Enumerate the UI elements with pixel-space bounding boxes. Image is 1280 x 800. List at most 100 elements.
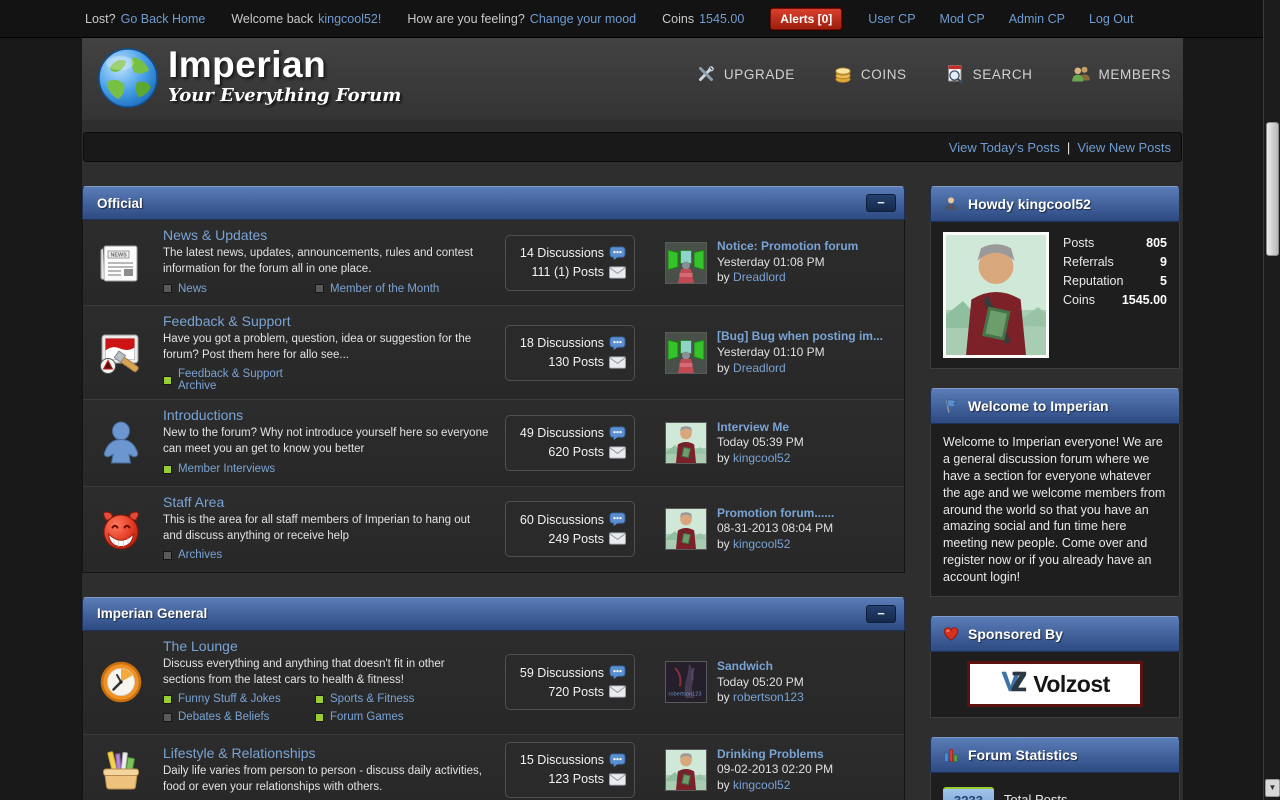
last-post-user[interactable]: kingcool52 [733,451,790,465]
last-post-avatar[interactable] [665,508,707,550]
subforum-link[interactable]: Member Interviews [178,463,275,475]
bar-chart-icon [943,747,959,763]
last-post-title[interactable]: Notice: Promotion forum [717,239,858,255]
envelope-icon [609,265,626,280]
nav-item-coins[interactable]: COINS [833,64,907,84]
last-post: [Bug] Bug when posting im...Yesterday 01… [665,329,883,376]
last-post-date: 09-02-2013 02:20 PM [717,762,833,778]
scrollbar-thumb[interactable] [1266,122,1279,256]
last-post-info: Interview MeToday 05:39 PMby kingcool52 [717,420,804,467]
forum-stats-box: 15 Discussions123 Posts [505,742,635,798]
speech-bubble-icon [609,426,626,441]
nav-item-upgrade[interactable]: UPGRADE [696,64,795,84]
subforum-link[interactable]: News [178,283,207,295]
view-todays-posts-link[interactable]: View Today's Posts [949,140,1060,155]
speech-bubble-icon [609,336,626,351]
last-post-user[interactable]: kingcool52 [733,537,790,551]
forum-title-link[interactable]: The Lounge [163,638,238,654]
last-post-avatar[interactable] [665,749,707,791]
last-post-by: by Dreadlord [717,361,883,377]
nav-item-members[interactable]: MEMBERS [1071,64,1171,84]
forum-title-link[interactable]: Staff Area [163,494,224,510]
last-post-avatar[interactable] [665,422,707,464]
go-back-home-link[interactable]: Go Back Home [121,12,206,26]
by-label: by [717,537,730,551]
last-post-user[interactable]: kingcool52 [733,778,790,792]
last-post-user[interactable]: robertson123 [733,690,804,704]
posts-text: 249 Posts [548,532,604,546]
last-post-title[interactable]: Promotion forum...... [717,506,834,522]
subforum-link[interactable]: Member of the Month [330,283,439,295]
posts-count: 123 Posts [514,770,626,789]
last-post-avatar[interactable] [665,242,707,284]
alerts-button[interactable]: Alerts [0] [770,8,842,30]
topbar-link[interactable]: Admin CP [1009,12,1065,26]
profile-stats: Posts805Referrals9Reputation5Coins1545.0… [1063,236,1167,358]
subforum-status-bullet [315,695,324,704]
forum-info: News & UpdatesThe latest news, updates, … [163,227,489,298]
last-post-title[interactable]: Drinking Problems [717,747,833,763]
search-icon [945,64,965,84]
profile-panel-header: Howdy kingcool52 [930,186,1180,222]
flag-icon [943,398,959,414]
forum-title-link[interactable]: Introductions [163,407,243,423]
last-post-user[interactable]: Dreadlord [733,270,786,284]
topbar-username-link[interactable]: kingcool52! [318,12,381,26]
sponsor-logo-link[interactable]: Volzost [967,661,1143,707]
posts-count: 111 (1) Posts [514,263,626,282]
discussions-text: 18 Discussions [520,336,604,350]
last-post-info: SandwichToday 05:20 PMby robertson123 [717,659,804,706]
subforum-link[interactable]: Feedback & Support Archive [178,368,315,392]
last-post-title[interactable]: Sandwich [717,659,804,675]
collapse-button[interactable]: − [866,194,896,212]
subforum-link[interactable]: Sports & Fitness [330,693,414,705]
view-new-posts-link[interactable]: View New Posts [1077,140,1171,155]
subforum-link[interactable]: Forum Games [330,711,404,723]
subforum-list: News Member of the Month [163,280,489,298]
subforum-item: Member Interviews [163,463,315,475]
last-post-title[interactable]: [Bug] Bug when posting im... [717,329,883,345]
topbar-link[interactable]: User CP [868,12,915,26]
nav-label: SEARCH [973,67,1033,82]
content: View Today's Posts | View New Posts Offi… [82,120,1183,800]
columns: Official−NEWSNews & UpdatesThe latest ne… [82,162,1183,800]
toolbar-separator: | [1067,140,1070,155]
speech-bubble-icon [609,246,626,261]
last-post: robertson123SandwichToday 05:20 PMby rob… [665,659,804,706]
sponsored-panel-header: Sponsored By [930,616,1180,652]
change-mood-link[interactable]: Change your mood [530,12,636,26]
discussions-text: 14 Discussions [520,246,604,260]
forum-row: Staff AreaThis is the area for all staff… [83,486,904,572]
last-post: Promotion forum......08-31-2013 08:04 PM… [665,506,834,553]
profile-avatar[interactable] [943,232,1049,358]
subforum-link[interactable]: Debates & Beliefs [178,711,269,723]
sidebar: Howdy kingcool52 Posts805Referrals9Reput… [930,162,1180,800]
subforum-status-bullet [163,284,172,293]
topbar-link[interactable]: Mod CP [940,12,985,26]
discussions-count: 49 Discussions [514,424,626,443]
last-post-avatar[interactable] [665,332,707,374]
scrollbar[interactable]: ▼ [1263,0,1280,800]
topbar-link[interactable]: Log Out [1089,12,1133,26]
coins-value[interactable]: 1545.00 [699,12,744,26]
collapse-button[interactable]: − [866,605,896,623]
envelope-icon [609,531,626,546]
scroll-down-button[interactable]: ▼ [1265,779,1280,797]
nav-item-search[interactable]: SEARCH [945,64,1033,84]
forum-title-link[interactable]: News & Updates [163,227,267,243]
forum-title-link[interactable]: Lifestyle & Relationships [163,745,316,761]
globe-icon [96,46,160,110]
page-wrapper: Imperian Your Everything Forum UPGRADE CO… [82,38,1183,800]
discussions-count: 60 Discussions [514,510,626,529]
by-label: by [717,270,730,284]
subforum-link[interactable]: Archives [178,549,222,561]
forum-title-link[interactable]: Feedback & Support [163,313,291,329]
forum-description: Daily life varies from person to person … [163,763,489,795]
topbar-links: User CP Mod CP Admin CP Log Out [868,12,1133,26]
last-post-title[interactable]: Interview Me [717,420,804,436]
last-post-avatar[interactable]: robertson123 [665,661,707,703]
subforum-status-bullet [163,695,172,704]
site-logo[interactable]: Imperian Your Everything Forum [96,46,401,110]
last-post-user[interactable]: Dreadlord [733,361,786,375]
subforum-link[interactable]: Funny Stuff & Jokes [178,693,281,705]
